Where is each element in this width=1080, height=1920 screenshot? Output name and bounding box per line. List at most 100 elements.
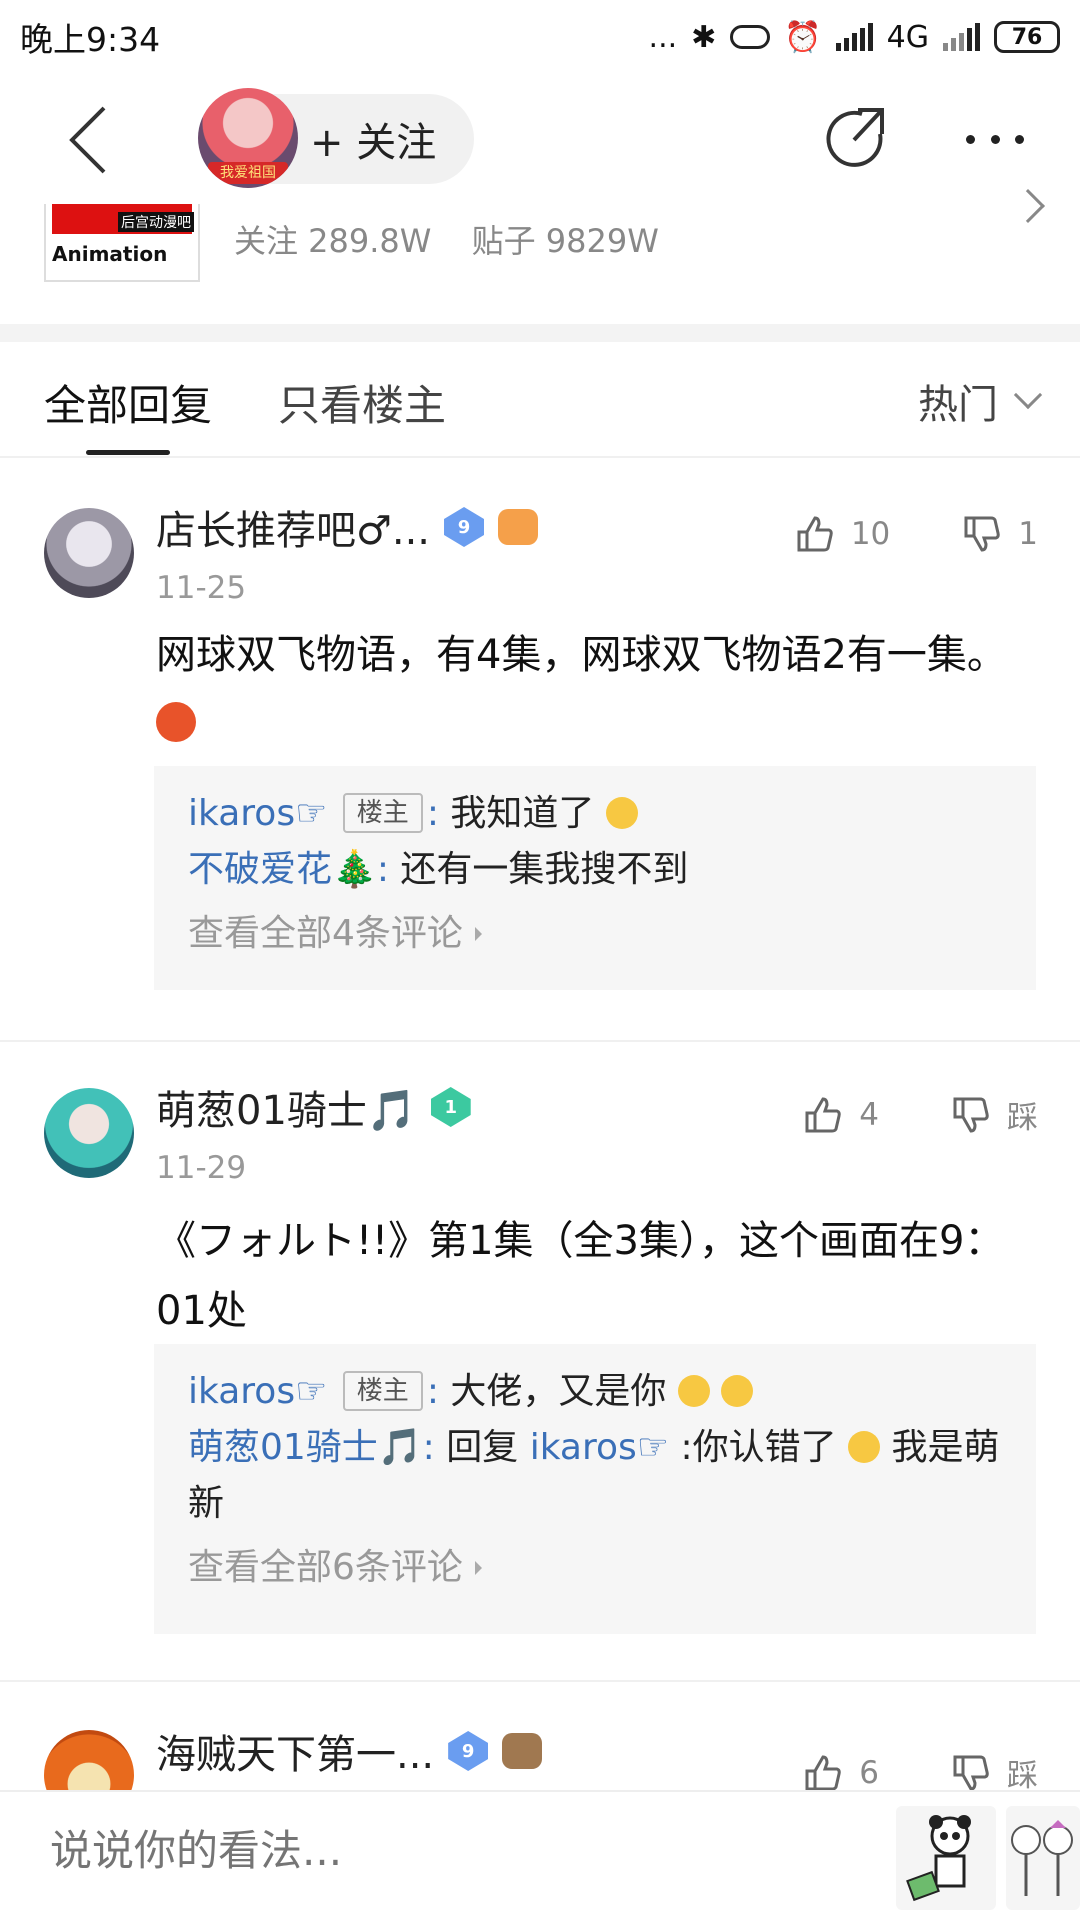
sub-comment-text: 还有一集我搜不到 xyxy=(400,849,689,890)
dislike-label: 踩 xyxy=(1007,1100,1038,1136)
level-badge: 9 xyxy=(448,1731,489,1771)
avatar[interactable] xyxy=(44,508,134,598)
avatar-badge: 我爱祖国 xyxy=(208,162,288,184)
signal-icon xyxy=(835,23,873,51)
see-all-comments[interactable]: 查看全部6条评论 xyxy=(188,1540,1002,1596)
more-dot-icon xyxy=(990,134,1000,144)
thumbs-up-icon[interactable] xyxy=(803,1753,843,1791)
sort-label: 热门 xyxy=(918,382,998,428)
like-count: 6 xyxy=(859,1754,879,1791)
comment-input-bar xyxy=(0,1790,1080,1920)
sub-comment-user[interactable]: ikaros☞ xyxy=(188,793,327,834)
forum-info[interactable]: 后宫动漫吧 Animation 关注 289.8W 贴子 9829W xyxy=(0,189,1080,324)
dislike-count: 1 xyxy=(1018,516,1038,552)
comment-input[interactable] xyxy=(50,1826,850,1875)
share-button[interactable] xyxy=(822,104,892,174)
bluetooth-icon: ✱ xyxy=(691,19,717,55)
sub-comment-text: 我知道了 xyxy=(450,793,595,834)
username-text: 萌葱01骑士🎵 xyxy=(156,1088,417,1134)
forum-logo: 后宫动漫吧 Animation xyxy=(44,204,200,282)
owner-tag: 楼主 xyxy=(342,1371,423,1411)
avatar[interactable] xyxy=(44,1088,134,1178)
battery-icon: 76 xyxy=(994,21,1060,53)
sub-comments[interactable]: ikaros☞ 楼主: 我知道了 不破爱花🎄: 还有一集我搜不到 查看全部4条评… xyxy=(154,766,1036,990)
follow-label: + 关注 xyxy=(310,120,437,166)
logo-tag: 后宫动漫吧 xyxy=(118,212,194,232)
reply-item: 海贼天下第一... 9 6 踩 xyxy=(0,1682,1080,1790)
thumbs-down-icon[interactable] xyxy=(951,1095,991,1135)
more-dot-icon xyxy=(1015,134,1024,144)
username-text: 店长推荐吧♂... xyxy=(156,508,431,554)
thumbs-down-icon[interactable] xyxy=(951,1753,991,1791)
reply-date: 11-29 xyxy=(156,1150,247,1186)
forum-owner-avatar[interactable]: 我爱祖国 xyxy=(198,88,298,188)
avatar[interactable] xyxy=(44,1730,134,1790)
toggle-icon xyxy=(730,25,771,49)
reply-to-user[interactable]: ikaros☞ xyxy=(530,1427,669,1468)
couple-icon xyxy=(1011,1820,1073,1896)
sub-comment-text: 大佬，又是你 xyxy=(450,1371,667,1412)
forum-followers: 关注 289.8W xyxy=(234,222,432,260)
sub-comment-user[interactable]: 萌葱01骑士🎵 xyxy=(188,1427,423,1468)
see-all-comments[interactable]: 查看全部4条评论 xyxy=(188,906,1002,962)
level-badge: 9 xyxy=(444,507,485,547)
vote-controls: 4 踩 xyxy=(803,1092,1038,1137)
emoji-icon xyxy=(677,1375,710,1407)
section-divider xyxy=(0,324,1080,342)
back-button[interactable] xyxy=(60,100,120,180)
sort-dropdown[interactable]: 热门 xyxy=(918,372,1043,430)
reply-username[interactable]: 海贼天下第一... 9 xyxy=(156,1722,543,1780)
vote-controls: 10 1 xyxy=(795,514,1038,554)
status-icons: ... ✱ ⏰ 4G 76 xyxy=(649,20,1060,55)
caret-right-icon xyxy=(474,1561,482,1575)
notification-dots: ... xyxy=(648,19,678,55)
network-type: 4G xyxy=(886,19,929,55)
forum-stats: 关注 289.8W 贴子 9829W xyxy=(234,216,689,262)
share-icon xyxy=(826,108,884,167)
sub-comment: 萌葱01骑士🎵: 回复 ikaros☞ :你认错了 我是萌新 xyxy=(188,1427,1000,1524)
level-badge: 1 xyxy=(430,1087,471,1127)
angry-emoji-icon xyxy=(156,702,196,742)
alarm-icon: ⏰ xyxy=(784,19,822,55)
like-count: 4 xyxy=(859,1096,879,1133)
more-button[interactable] xyxy=(960,104,1030,174)
sub-comment: ikaros☞ 楼主: 大佬，又是你 xyxy=(188,1364,1002,1420)
couple-sticker-icon[interactable] xyxy=(1006,1806,1080,1910)
thumbs-up-icon[interactable] xyxy=(795,514,835,554)
chevron-down-icon xyxy=(1013,380,1043,410)
owner-tag: 楼主 xyxy=(342,793,423,833)
sub-comment: 不破爱花🎄: 还有一集我搜不到 xyxy=(188,849,689,890)
status-bar: 晚上9:34 ... ✱ ⏰ 4G 76 xyxy=(0,0,1080,74)
panda-sticker-icon[interactable] xyxy=(896,1806,996,1910)
active-tab-indicator xyxy=(86,450,170,455)
tab-all-replies[interactable]: 全部回复 xyxy=(44,372,212,433)
sub-comment-user[interactable]: ikaros☞ xyxy=(188,1371,327,1412)
username-text: 海贼天下第一... xyxy=(156,1732,435,1778)
panda-icon xyxy=(906,1815,971,1902)
sub-comments[interactable]: ikaros☞ 楼主: 大佬，又是你 萌葱01骑士🎵: 回复 ikaros☞ :… xyxy=(154,1344,1036,1634)
sub-comment-user[interactable]: 不破爱花🎄 xyxy=(188,849,377,890)
signal-icon-2 xyxy=(943,23,980,51)
reply-text: 网球双飞物语，有4集，网球双飞物语2有一集。 xyxy=(156,632,1007,678)
forum-posts: 贴子 9829W xyxy=(471,222,659,260)
emoji-icon xyxy=(721,1375,754,1407)
medal-icon xyxy=(498,509,539,545)
reply-tabs: 全部回复 只看楼主 热门 xyxy=(0,342,1080,458)
status-time: 晚上9:34 xyxy=(20,20,161,59)
see-all-label: 查看全部6条评论 xyxy=(188,1547,463,1588)
vote-controls: 6 踩 xyxy=(803,1750,1038,1790)
reply-prefix: 回复 xyxy=(446,1427,519,1468)
thumbs-down-icon[interactable] xyxy=(962,514,1002,554)
caret-right-icon xyxy=(474,927,482,941)
logo-text: Animation xyxy=(52,242,168,266)
sub-comment: ikaros☞ 楼主: 我知道了 xyxy=(188,786,1002,842)
thumbs-up-icon[interactable] xyxy=(803,1095,843,1135)
more-dot-icon xyxy=(966,134,975,144)
emoji-icon xyxy=(848,1431,881,1463)
tab-owner-only[interactable]: 只看楼主 xyxy=(278,372,446,433)
chevron-left-icon xyxy=(69,106,106,174)
reply-username[interactable]: 店长推荐吧♂... 9 xyxy=(156,498,539,556)
reply-item: 店长推荐吧♂... 9 11-25 10 1 网球双飞物语，有4集，网球双飞物语… xyxy=(0,460,1080,1040)
reply-username[interactable]: 萌葱01骑士🎵 1 xyxy=(156,1078,471,1136)
reply-item: 萌葱01骑士🎵 1 11-29 4 踩 《フォルト!!》第1集（全3集），这个画… xyxy=(0,1042,1080,1680)
